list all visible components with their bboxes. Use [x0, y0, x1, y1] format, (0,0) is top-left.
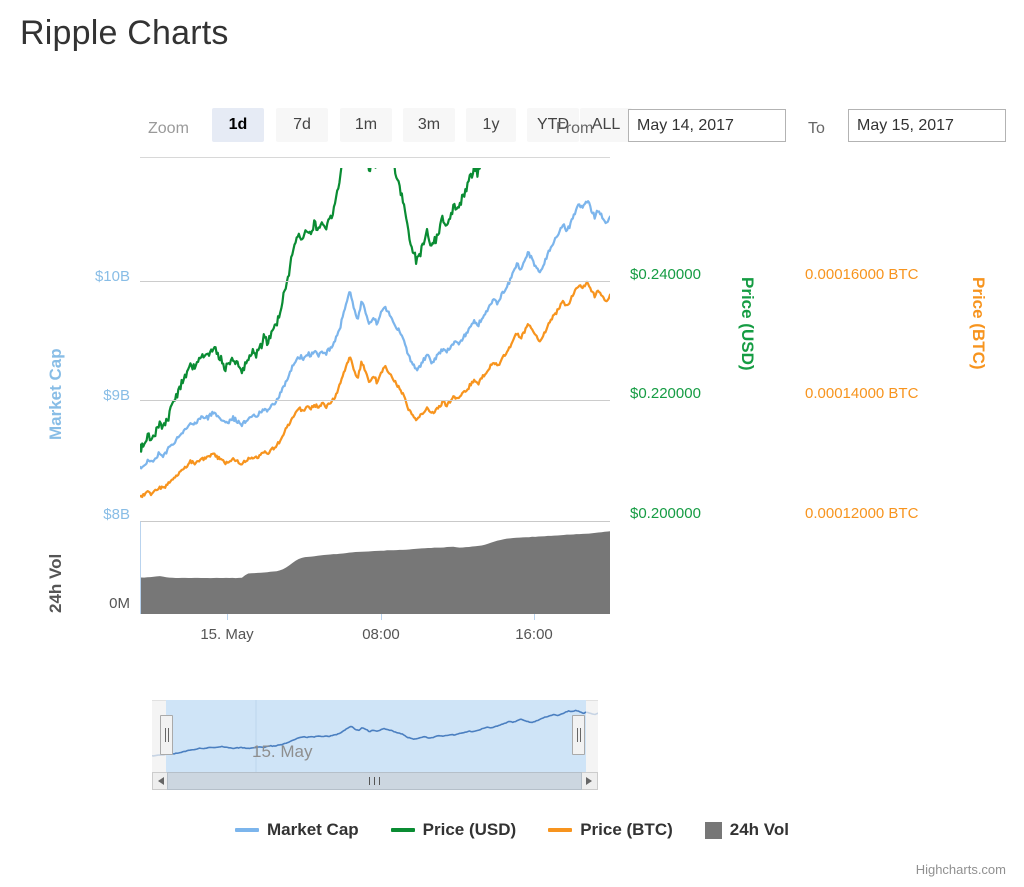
to-label: To: [808, 120, 825, 137]
arrow-right-icon: [586, 777, 592, 785]
page-title: Ripple Charts: [20, 14, 229, 52]
legend-label-price-btc: Price (BTC): [580, 820, 673, 839]
scrollbar-thumb[interactable]: [167, 772, 582, 790]
legend-marker-market-cap: [235, 828, 260, 832]
highcharts-credits[interactable]: Highcharts.com: [916, 862, 1006, 877]
navigator-series-area[interactable]: [152, 700, 598, 772]
ytick-price-btc-00014: 0.00014000 BTC: [805, 385, 919, 402]
range-button-7d[interactable]: 7d: [276, 108, 328, 142]
legend-item-price-usd[interactable]: Price (USD): [390, 820, 517, 840]
volume-canvas: [141, 531, 610, 614]
range-button-1m[interactable]: 1m: [340, 108, 392, 142]
legend-label-price-usd: Price (USD): [422, 820, 517, 839]
legend-marker-price-btc: [548, 828, 573, 832]
legend-item-24h-vol[interactable]: 24h Vol: [704, 820, 789, 840]
ytick-price-usd-020: $0.200000: [630, 505, 701, 522]
navigator-mask-right: [586, 700, 598, 772]
ytick-price-usd-022: $0.220000: [630, 385, 701, 402]
legend-item-market-cap[interactable]: Market Cap: [235, 820, 359, 840]
xtick-label-15may: 15. May: [200, 626, 254, 643]
range-selector-divider: [140, 157, 610, 158]
xtick-label-0800: 08:00: [362, 626, 400, 643]
scrollbar-right-button[interactable]: [580, 772, 598, 790]
legend-item-price-btc[interactable]: Price (BTC): [548, 820, 673, 840]
series-canvas: [140, 168, 610, 499]
zoom-label: Zoom: [148, 120, 189, 137]
axis-title-price-btc: Price (BTC): [969, 277, 988, 370]
ytick-24h-vol-0m: 0M: [109, 595, 130, 612]
ytick-price-btc-00012: 0.00012000 BTC: [805, 505, 919, 522]
legend: Market Cap Price (USD) Price (BTC) 24h V…: [0, 820, 1024, 840]
ytick-market-cap-9b: $9B: [103, 387, 130, 404]
navigator-handle-right[interactable]: [572, 715, 585, 755]
gridline-10b: [140, 281, 610, 282]
range-button-3m[interactable]: 3m: [403, 108, 455, 142]
to-date-input[interactable]: May 15, 2017: [848, 109, 1006, 142]
ytick-market-cap-10b: $10B: [94, 268, 130, 285]
volume-plot-area[interactable]: [140, 521, 610, 614]
main-plot-area[interactable]: [140, 168, 610, 518]
navigator-date-label: 15. May: [252, 742, 313, 761]
gridline-9b: [140, 400, 610, 401]
legend-marker-24h-vol: [704, 821, 722, 839]
ytick-price-usd-024: $0.240000: [630, 266, 701, 283]
legend-marker-price-usd: [390, 828, 415, 832]
xtick-mark-15may: [227, 614, 228, 620]
axis-title-price-usd: Price (USD): [738, 277, 757, 371]
legend-label-market-cap: Market Cap: [267, 820, 359, 839]
from-date-input[interactable]: May 14, 2017: [628, 109, 786, 142]
ytick-price-btc-00016: 0.00016000 BTC: [805, 266, 919, 283]
arrow-left-icon: [158, 777, 164, 785]
range-button-1y[interactable]: 1y: [466, 108, 516, 142]
navigator-canvas: [152, 700, 598, 772]
xtick-mark-0800: [381, 614, 382, 620]
legend-label-24h-vol: 24h Vol: [729, 820, 789, 839]
xtick-label-1600: 16:00: [515, 626, 553, 643]
xtick-mark-1600: [534, 614, 535, 620]
ytick-market-cap-8b: $8B: [103, 506, 130, 523]
from-label: From: [556, 120, 594, 137]
navigator-handle-left[interactable]: [160, 715, 173, 755]
range-button-1d[interactable]: 1d: [212, 108, 264, 142]
